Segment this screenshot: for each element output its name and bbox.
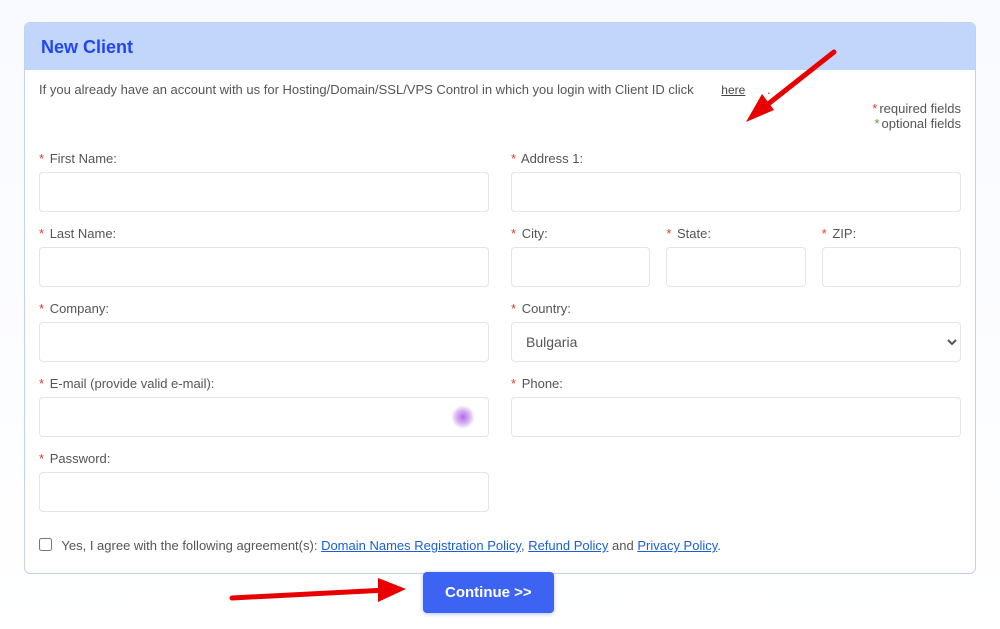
- first-name-label: * First Name:: [39, 151, 489, 166]
- form-columns: * First Name: * Last Name: * Company: * …: [39, 151, 961, 512]
- panel-title: New Client: [41, 37, 959, 58]
- city-label: * City:: [511, 226, 650, 241]
- legend-optional: optional fields: [882, 116, 962, 131]
- new-client-panel: New Client If you already have an accoun…: [24, 22, 976, 574]
- address1-input[interactable]: [511, 172, 961, 212]
- agreements-row: Yes, I agree with the following agreemen…: [39, 538, 961, 553]
- country-label: * Country:: [511, 301, 961, 316]
- opt-star: *: [874, 116, 879, 131]
- panel-header: New Client: [25, 23, 975, 70]
- last-name-field: * Last Name:: [39, 226, 489, 287]
- existing-account-note: If you already have an account with us f…: [39, 82, 961, 97]
- first-name-field: * First Name:: [39, 151, 489, 212]
- agree-checkbox[interactable]: [39, 538, 52, 551]
- field-legend: *required fields *optional fields: [39, 101, 961, 131]
- first-name-input[interactable]: [39, 172, 489, 212]
- email-field: * E-mail (provide valid e-mail):: [39, 376, 489, 437]
- state-label: * State:: [666, 226, 805, 241]
- email-label: * E-mail (provide valid e-mail):: [39, 376, 489, 391]
- here-link[interactable]: here: [721, 83, 745, 97]
- email-input[interactable]: [39, 397, 489, 437]
- note-period: .: [767, 82, 771, 97]
- zip-label: * ZIP:: [822, 226, 961, 241]
- country-select[interactable]: Bulgaria: [511, 322, 961, 362]
- address1-label: * Address 1:: [511, 151, 961, 166]
- phone-label: * Phone:: [511, 376, 961, 391]
- left-column: * First Name: * Last Name: * Company: * …: [39, 151, 489, 512]
- panel-body: If you already have an account with us f…: [25, 70, 975, 573]
- city-input[interactable]: [511, 247, 650, 287]
- company-label: * Company:: [39, 301, 489, 316]
- legend-required: required fields: [879, 101, 961, 116]
- company-input[interactable]: [39, 322, 489, 362]
- policy-suffix: .: [717, 538, 721, 553]
- last-name-input[interactable]: [39, 247, 489, 287]
- policy-sep2: and: [608, 538, 637, 553]
- phone-field: * Phone:: [511, 376, 961, 437]
- company-field: * Company:: [39, 301, 489, 362]
- policy-privacy-link[interactable]: Privacy Policy: [637, 538, 717, 553]
- policy-refund-link[interactable]: Refund Policy: [528, 538, 608, 553]
- country-field: * Country: Bulgaria: [511, 301, 961, 362]
- password-input[interactable]: [39, 472, 489, 512]
- password-field: * Password:: [39, 451, 489, 512]
- address1-field: * Address 1:: [511, 151, 961, 212]
- last-name-label: * Last Name:: [39, 226, 489, 241]
- phone-input[interactable]: [511, 397, 961, 437]
- zip-input[interactable]: [822, 247, 961, 287]
- right-column: * Address 1: * City: * State: * ZIP:: [511, 151, 961, 512]
- state-field: * State:: [666, 226, 805, 287]
- annotation-arrow-bottom: [228, 574, 410, 608]
- policy-domain-link[interactable]: Domain Names Registration Policy: [321, 538, 521, 553]
- state-input[interactable]: [666, 247, 805, 287]
- note-text: If you already have an account with us f…: [39, 82, 694, 97]
- continue-button[interactable]: Continue >>: [423, 572, 554, 613]
- zip-field: * ZIP:: [822, 226, 961, 287]
- city-field: * City:: [511, 226, 650, 287]
- password-label: * Password:: [39, 451, 489, 466]
- city-state-zip-row: * City: * State: * ZIP:: [511, 226, 961, 287]
- agree-prefix: Yes, I agree with the following agreemen…: [61, 538, 321, 553]
- req-star: *: [872, 101, 877, 116]
